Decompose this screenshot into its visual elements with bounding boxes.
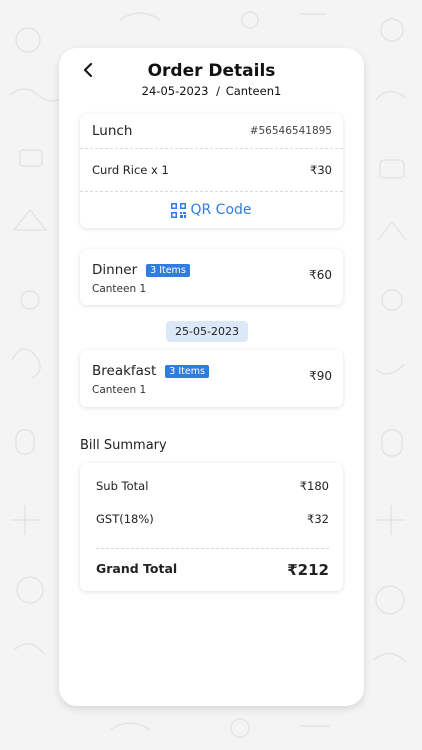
page-title: Order Details [147,61,276,81]
order-item-name: Curd Rice x 1 [92,163,169,177]
dinner-price: ₹60 [309,268,332,282]
qr-code-button[interactable]: QR Code [80,191,343,228]
dinner-order-card[interactable]: Dinner 3 Items Canteen 1 ₹60 [80,249,343,305]
page-subtitle: 24-05-2023 / Canteen1 [59,84,364,98]
order-details-card: Order Details 24-05-2023 / Canteen1 Lunc… [59,48,364,706]
grand-total-row: Grand Total ₹212 [96,561,329,579]
header-canteen: Canteen1 [225,84,282,98]
items-count-badge: 3 Items [165,364,209,378]
gst-row: GST(18%) ₹32 [96,512,329,526]
dinner-canteen: Canteen 1 [92,283,147,295]
lunch-order-header: Lunch #56546541895 [80,114,343,148]
header-date: 24-05-2023 [141,84,209,98]
grand-total-label: Grand Total [96,561,178,576]
order-item-row: Curd Rice x 1 ₹30 [80,148,343,191]
gst-label: GST(18%) [96,512,154,526]
gst-value: ₹32 [307,512,329,526]
breakfast-price: ₹90 [309,369,332,383]
order-item-price: ₹30 [310,163,332,177]
items-count-badge: 3 Items [146,263,190,277]
subtotal-row: Sub Total ₹180 [96,479,329,493]
grand-total-value: ₹212 [287,561,329,579]
qr-code-icon [171,202,187,218]
date-separator-pill: 25-05-2023 [166,321,248,342]
dinner-order-header: Dinner 3 Items [92,262,190,278]
lunch-meal-label: Lunch [92,123,133,139]
order-id: #56546541895 [249,125,332,137]
header-separator: / [216,84,221,98]
breakfast-order-header: Breakfast 3 Items [92,363,209,379]
breakfast-meal-label: Breakfast [92,363,157,379]
breakfast-canteen: Canteen 1 [92,384,147,396]
dinner-meal-label: Dinner [92,262,138,278]
lunch-order-card: Lunch #56546541895 Curd Rice x 1 ₹30 QR … [80,114,343,228]
subtotal-label: Sub Total [96,479,149,493]
bill-summary-title: Bill Summary [80,438,167,453]
bill-summary-card: Sub Total ₹180 GST(18%) ₹32 Grand Total … [80,463,343,591]
breakfast-order-card[interactable]: Breakfast 3 Items Canteen 1 ₹90 [80,350,343,407]
subtotal-value: ₹180 [299,479,329,493]
qr-code-label: QR Code [190,202,252,218]
bill-divider [96,548,329,549]
